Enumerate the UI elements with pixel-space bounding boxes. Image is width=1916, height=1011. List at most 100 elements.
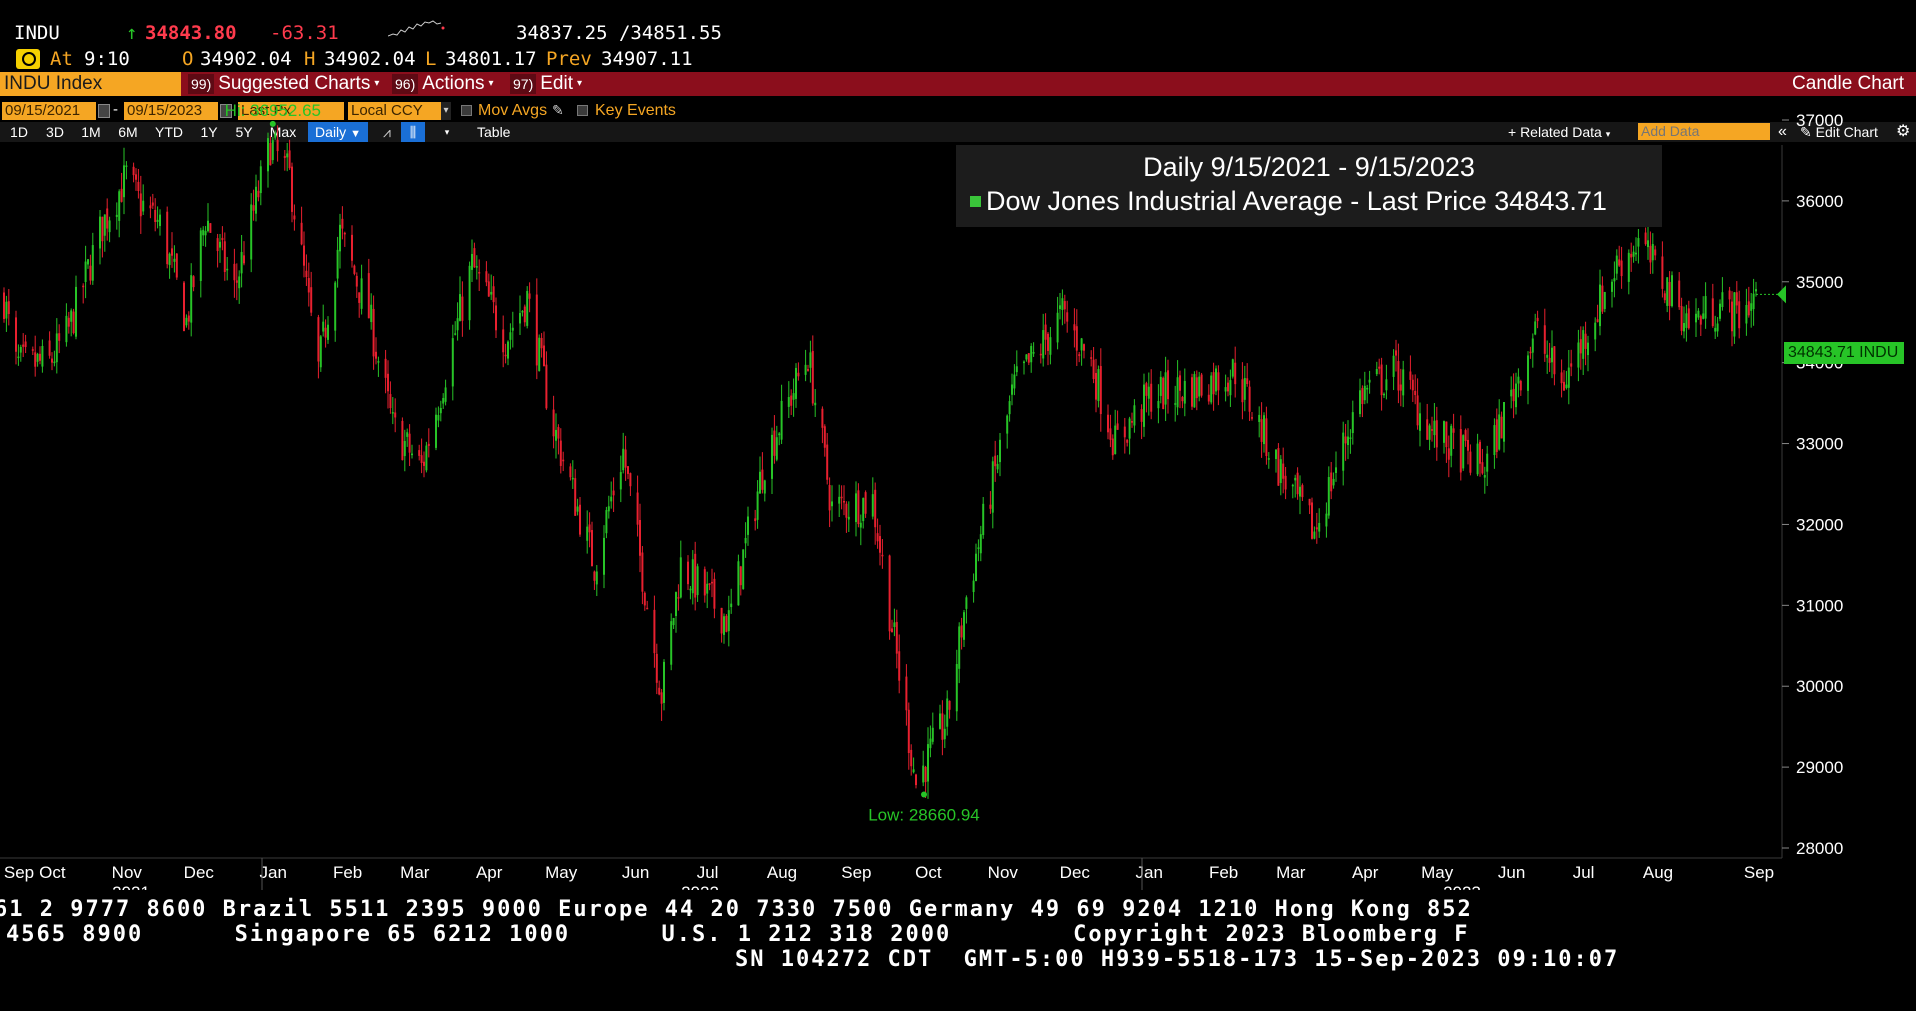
candle-body — [1200, 374, 1203, 396]
candle-body — [1435, 420, 1438, 448]
candle-body — [723, 616, 725, 635]
candle-body — [39, 353, 41, 361]
candle-body — [1109, 428, 1112, 440]
candle-chart[interactable]: 2800029000300003100032000330003400035000… — [0, 0, 1916, 890]
candle-body — [259, 166, 262, 194]
candle-body — [943, 728, 946, 740]
candle-body — [137, 181, 140, 192]
candle-body — [99, 216, 101, 249]
candle-body — [7, 301, 10, 315]
candle-body — [1409, 371, 1412, 380]
x-month-label: Dec — [184, 863, 215, 882]
candle-body — [1123, 426, 1126, 438]
candle-body — [187, 315, 190, 322]
candle-body — [1042, 330, 1045, 359]
candle-body — [1697, 310, 1700, 318]
candle-body — [384, 358, 387, 378]
candle-body — [528, 293, 531, 299]
candle-body — [89, 265, 92, 281]
candle-body — [1075, 326, 1078, 351]
candle-body — [1380, 364, 1383, 396]
candle-body — [1332, 478, 1335, 486]
candle-body — [629, 473, 632, 487]
candle-body — [1671, 275, 1673, 307]
candle-body — [511, 327, 514, 331]
candle-body — [773, 430, 776, 456]
candle-body — [75, 286, 77, 337]
candle-body — [1483, 475, 1486, 478]
candle-body — [742, 549, 745, 590]
candle-body — [1678, 280, 1681, 308]
candle-body — [485, 271, 488, 283]
x-month-label: Sep — [1744, 863, 1774, 882]
candle-body — [487, 281, 490, 297]
candle-body — [727, 610, 730, 632]
candle-body — [888, 555, 891, 632]
candle-body — [1375, 369, 1378, 375]
candle-body — [574, 478, 577, 516]
candle-body — [622, 448, 625, 471]
candle-body — [1752, 293, 1755, 310]
candle-body — [814, 402, 817, 406]
candle-body — [1738, 301, 1741, 329]
candle-body — [1731, 301, 1733, 332]
candle-body — [521, 310, 524, 313]
candle-body — [199, 230, 202, 281]
candle-body — [703, 569, 706, 596]
candle-body — [471, 253, 473, 270]
candle-body — [924, 766, 927, 783]
candle-body — [1167, 370, 1169, 400]
candle-body — [58, 333, 61, 341]
candle-body — [202, 229, 205, 236]
candle-body — [108, 220, 111, 233]
candle-body — [425, 445, 428, 471]
candle-body — [898, 651, 901, 681]
candle-body — [391, 412, 394, 414]
candle-body — [291, 166, 293, 212]
candle-body — [1344, 436, 1347, 444]
candle-body — [972, 580, 975, 593]
candle-body — [1215, 368, 1217, 392]
candle-body — [1548, 357, 1551, 363]
x-month-label: Mar — [1276, 863, 1306, 882]
candle-body — [965, 597, 968, 609]
candle-body — [1176, 377, 1179, 408]
candle-body — [607, 506, 610, 512]
candle-body — [175, 253, 178, 278]
candle-body — [1611, 281, 1613, 292]
candle-body — [219, 241, 221, 248]
candle-body — [624, 449, 627, 468]
candle-body — [859, 522, 862, 528]
candle-body — [1397, 361, 1400, 391]
candle-body — [1443, 421, 1445, 443]
candle-body — [927, 744, 929, 782]
candle-body — [1531, 338, 1534, 353]
candle-body — [646, 607, 649, 610]
candle-body — [411, 453, 413, 456]
candle-body — [586, 526, 589, 541]
candle-body — [655, 653, 658, 683]
candle-body — [1301, 485, 1304, 498]
candle-body — [1174, 403, 1177, 405]
candle-body — [708, 583, 711, 585]
candle-body — [475, 266, 478, 268]
candle-body — [207, 220, 209, 232]
candle-body — [1131, 421, 1133, 423]
candle-body — [931, 727, 934, 742]
x-year-label: 2021 — [112, 883, 150, 890]
candle-body — [864, 492, 867, 514]
x-month-label: Sep — [841, 863, 871, 882]
candle-body — [1493, 425, 1496, 456]
y-tick-label: 29000 — [1796, 758, 1843, 777]
candle-body — [53, 361, 56, 364]
candle-body — [706, 583, 709, 594]
candle-body — [1462, 435, 1465, 469]
candle-body — [1654, 249, 1657, 256]
candle-body — [87, 259, 89, 265]
candle-body — [689, 588, 692, 591]
candle-body — [353, 265, 356, 274]
candle-body — [1015, 366, 1018, 373]
candle-body — [36, 353, 39, 362]
candle-body — [643, 592, 646, 606]
candle-body — [336, 249, 339, 279]
